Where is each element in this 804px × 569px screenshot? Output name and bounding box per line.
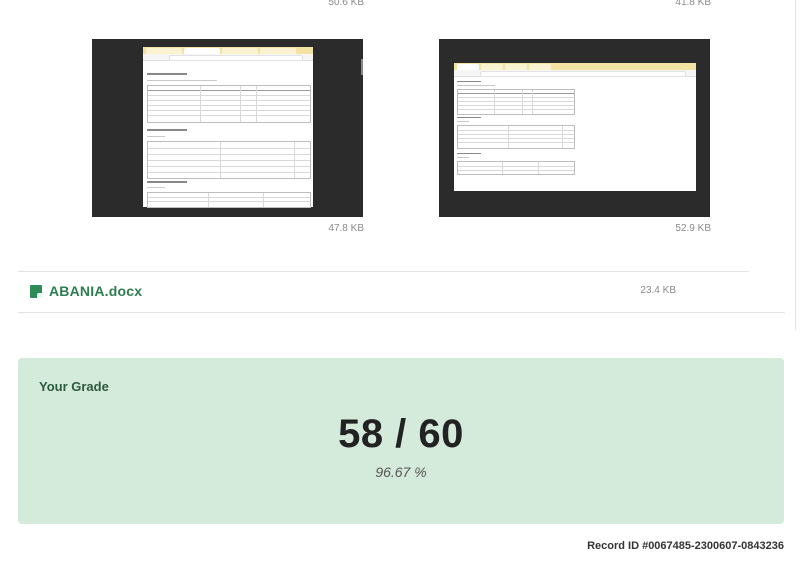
thumbnail-2-size: 52.9 KB <box>675 223 711 234</box>
file-attachment-row: ABANIA.docx 23.4 KB <box>18 272 748 312</box>
record-id: Record ID #0067485-2300607-0843236 <box>587 540 784 552</box>
screenshot-thumbnail-1[interactable] <box>92 39 363 217</box>
grade-percentage: 96.67 % <box>375 464 427 480</box>
thumbnail-1-document <box>143 47 313 208</box>
grade-title: Your Grade <box>39 379 109 394</box>
file-download-link[interactable]: ABANIA.docx <box>49 283 142 299</box>
grade-card: Your Grade 58 / 60 96.67 % <box>18 358 784 524</box>
file-row-bottom-divider <box>18 312 785 313</box>
file-size: 23.4 KB <box>640 285 676 296</box>
thumbnail-1-size: 47.8 KB <box>328 223 364 234</box>
grade-score: 58 / 60 <box>338 412 464 456</box>
thumbnail-2-document <box>454 63 696 191</box>
document-icon <box>30 285 42 298</box>
screenshot-thumbnail-2[interactable] <box>439 39 710 217</box>
scroll-divider <box>795 0 796 330</box>
attachment-size-top-2: 41.8 KB <box>675 0 711 8</box>
attachment-size-top-1: 50.6 KB <box>328 0 364 8</box>
